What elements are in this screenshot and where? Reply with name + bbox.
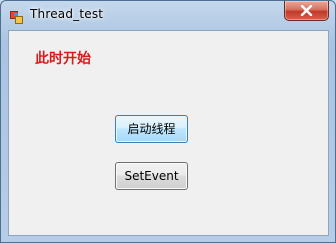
status-label: 此时开始	[35, 51, 91, 67]
set-event-button[interactable]: SetEvent	[115, 162, 188, 190]
app-window: Thread_test 此时开始 启动线程 SetEvent	[0, 0, 336, 243]
title-bar[interactable]: Thread_test	[1, 1, 335, 29]
close-icon	[300, 5, 313, 16]
app-icon[interactable]	[10, 9, 23, 24]
close-button[interactable]	[284, 1, 329, 21]
start-thread-button[interactable]: 启动线程	[115, 115, 188, 143]
window-title: Thread_test	[30, 7, 104, 21]
client-area: 此时开始 启动线程 SetEvent	[8, 30, 329, 236]
